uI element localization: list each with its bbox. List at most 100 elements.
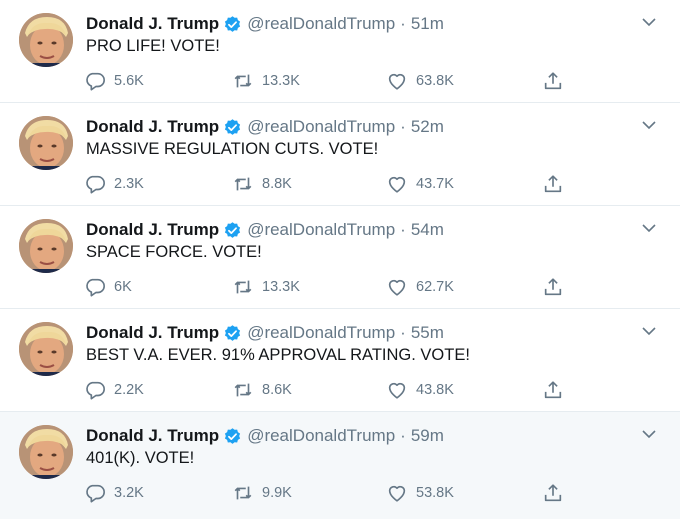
retweet-button[interactable]: 8.8K [232, 169, 292, 199]
share-button[interactable] [542, 66, 564, 96]
verified-badge-icon [225, 118, 241, 135]
avatar[interactable] [19, 425, 73, 479]
share-button[interactable] [542, 272, 564, 302]
chevron-down-icon[interactable] [641, 222, 657, 234]
tweet-header: Donald J. Trump @realDonaldTrump · 52m [86, 115, 444, 139]
author-name[interactable]: Donald J. Trump [86, 14, 219, 34]
tweet-text: MASSIVE REGULATION CUTS. VOTE! [86, 140, 379, 158]
reply-button[interactable]: 2.3K [84, 169, 144, 199]
author-name[interactable]: Donald J. Trump [86, 426, 219, 446]
retweet-count: 8.8K [262, 176, 292, 192]
chevron-down-icon[interactable] [641, 119, 657, 131]
retweet-button[interactable]: 9.9K [232, 478, 292, 508]
tweet-text: PRO LIFE! VOTE! [86, 37, 220, 55]
timestamp[interactable]: 59m [411, 426, 444, 446]
author-handle[interactable]: @realDonaldTrump [247, 426, 395, 446]
retweet-count: 8.6K [262, 382, 292, 398]
timestamp[interactable]: 51m [411, 14, 444, 34]
share-button[interactable] [542, 169, 564, 199]
tweet[interactable]: Donald J. Trump @realDonaldTrump · 51m P… [0, 0, 680, 103]
share-icon [544, 175, 562, 193]
author-name[interactable]: Donald J. Trump [86, 117, 219, 137]
avatar[interactable] [19, 116, 73, 170]
retweet-count: 13.3K [262, 279, 300, 295]
like-button[interactable]: 53.8K [386, 478, 454, 508]
retweet-icon [234, 74, 252, 88]
tweet-actions: 2.3K 8.8K 43.7K [0, 169, 680, 199]
timestamp[interactable]: 52m [411, 117, 444, 137]
like-button[interactable]: 43.8K [386, 375, 454, 405]
avatar[interactable] [19, 13, 73, 67]
reply-button[interactable]: 3.2K [84, 478, 144, 508]
timestamp[interactable]: 54m [411, 220, 444, 240]
retweet-icon [234, 486, 252, 500]
tweet[interactable]: Donald J. Trump @realDonaldTrump · 54m S… [0, 206, 680, 309]
tweet-actions: 5.6K 13.3K 63.8K [0, 66, 680, 96]
timestamp[interactable]: 55m [411, 323, 444, 343]
share-icon [544, 72, 562, 90]
author-handle[interactable]: @realDonaldTrump [247, 117, 395, 137]
author-handle[interactable]: @realDonaldTrump [247, 220, 395, 240]
tweet-actions: 2.2K 8.6K 43.8K [0, 375, 680, 405]
share-button[interactable] [542, 375, 564, 405]
tweet-header: Donald J. Trump @realDonaldTrump · 59m [86, 424, 444, 448]
retweet-button[interactable]: 13.3K [232, 272, 300, 302]
like-icon [388, 485, 406, 502]
tweet-actions: 3.2K 9.9K 53.8K [0, 478, 680, 508]
share-icon [544, 381, 562, 399]
reply-count: 5.6K [114, 73, 144, 89]
reply-button[interactable]: 6K [84, 272, 132, 302]
tweet[interactable]: Donald J. Trump @realDonaldTrump · 59m 4… [0, 412, 680, 519]
tweet-text: BEST V.A. EVER. 91% APPROVAL RATING. VOT… [86, 346, 470, 364]
author-handle[interactable]: @realDonaldTrump [247, 14, 395, 34]
like-button[interactable]: 62.7K [386, 272, 454, 302]
like-icon [388, 176, 406, 193]
chevron-down-icon[interactable] [641, 325, 657, 337]
retweet-count: 13.3K [262, 73, 300, 89]
reply-count: 3.2K [114, 485, 144, 501]
reply-count: 6K [114, 279, 132, 295]
verified-badge-icon [225, 221, 241, 238]
reply-button[interactable]: 2.2K [84, 375, 144, 405]
chevron-down-icon[interactable] [641, 428, 657, 440]
share-icon [544, 484, 562, 502]
avatar[interactable] [19, 219, 73, 273]
share-icon [544, 278, 562, 296]
avatar[interactable] [19, 322, 73, 376]
retweet-count: 9.9K [262, 485, 292, 501]
retweet-icon [234, 383, 252, 397]
separator-dot: · [400, 117, 406, 136]
verified-badge-icon [225, 427, 241, 444]
reply-button[interactable]: 5.6K [84, 66, 144, 96]
like-button[interactable]: 63.8K [386, 66, 454, 96]
like-count: 62.7K [416, 279, 454, 295]
like-count: 43.8K [416, 382, 454, 398]
reply-count: 2.3K [114, 176, 144, 192]
retweet-button[interactable]: 13.3K [232, 66, 300, 96]
retweet-button[interactable]: 8.6K [232, 375, 292, 405]
reply-icon [86, 72, 105, 91]
tweet-header: Donald J. Trump @realDonaldTrump · 54m [86, 218, 444, 242]
reply-count: 2.2K [114, 382, 144, 398]
separator-dot: · [400, 323, 406, 342]
reply-icon [86, 484, 105, 503]
reply-icon [86, 175, 105, 194]
share-button[interactable] [542, 478, 564, 508]
chevron-down-icon[interactable] [641, 16, 657, 28]
tweet-header: Donald J. Trump @realDonaldTrump · 51m [86, 12, 444, 36]
author-name[interactable]: Donald J. Trump [86, 323, 219, 343]
author-handle[interactable]: @realDonaldTrump [247, 323, 395, 343]
like-icon [388, 73, 406, 90]
separator-dot: · [400, 220, 406, 239]
tweet-text: SPACE FORCE. VOTE! [86, 243, 262, 261]
like-count: 53.8K [416, 485, 454, 501]
tweet-actions: 6K 13.3K 62.7K [0, 272, 680, 302]
like-button[interactable]: 43.7K [386, 169, 454, 199]
tweet-feed: Donald J. Trump @realDonaldTrump · 51m P… [0, 0, 680, 519]
like-count: 63.8K [416, 73, 454, 89]
verified-badge-icon [225, 324, 241, 341]
tweet[interactable]: Donald J. Trump @realDonaldTrump · 55m B… [0, 309, 680, 412]
author-name[interactable]: Donald J. Trump [86, 220, 219, 240]
tweet[interactable]: Donald J. Trump @realDonaldTrump · 52m M… [0, 103, 680, 206]
like-count: 43.7K [416, 176, 454, 192]
